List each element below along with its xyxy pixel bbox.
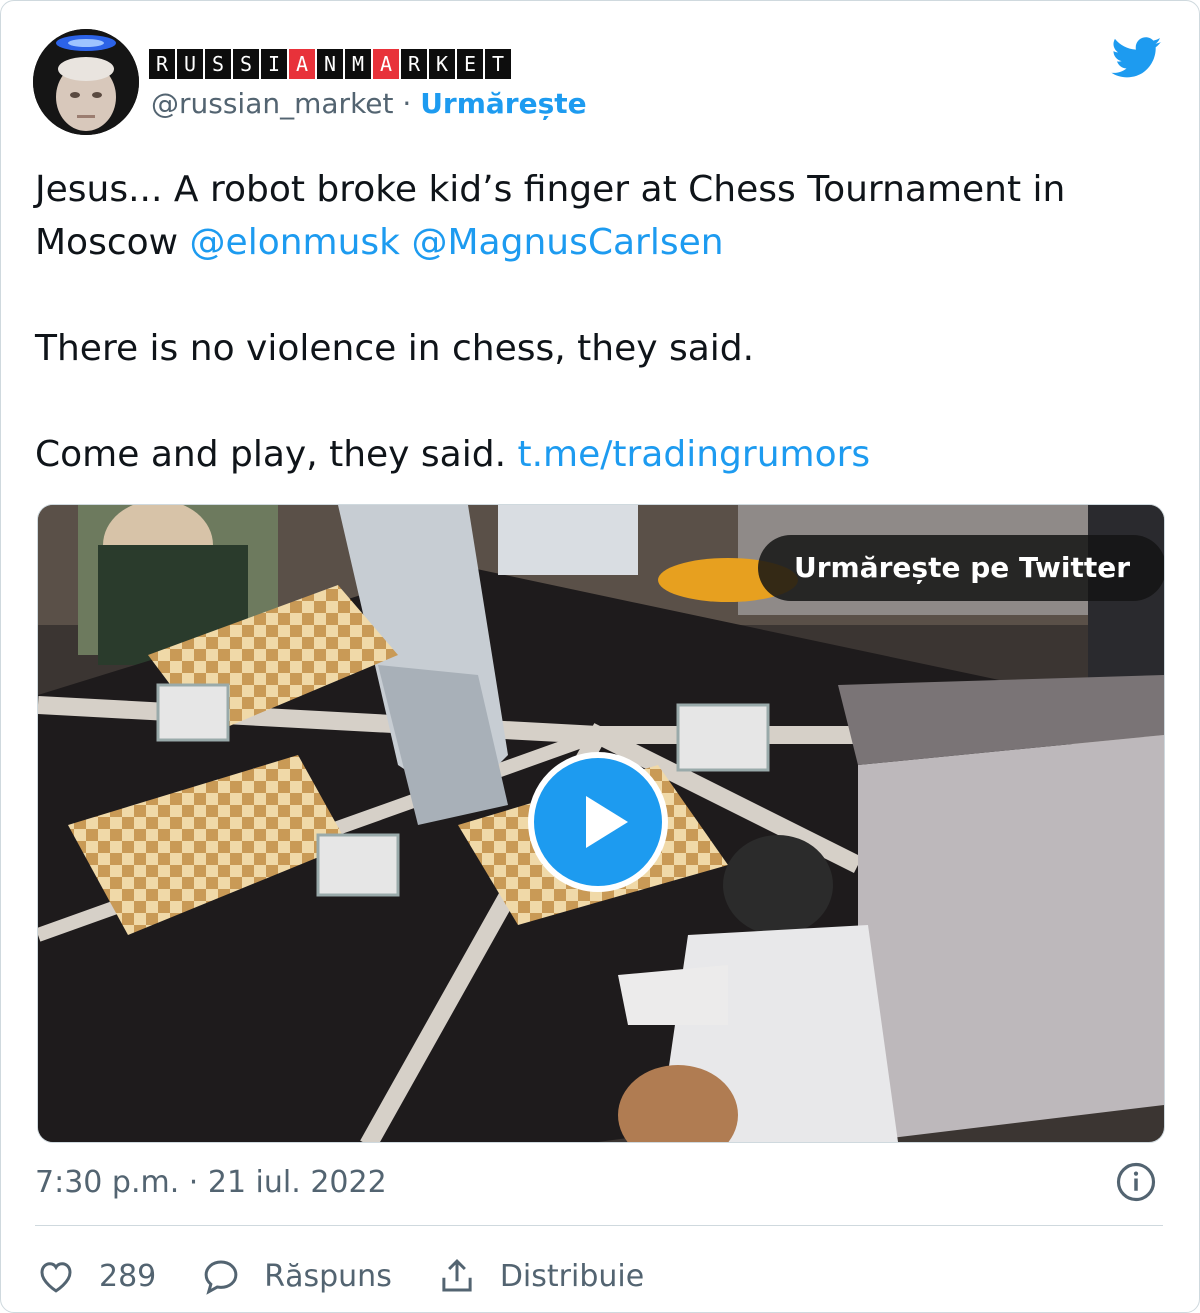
handle-row: @russian_market · Urmărește (151, 87, 587, 120)
tweet-paragraph-1: Jesus... A robot broke kid’s finger at C… (35, 163, 1175, 269)
wordmark-letter: N (317, 49, 343, 79)
mention-magnuscarlsen[interactable]: @MagnusCarlsen (411, 222, 723, 263)
handle-separator: · (393, 87, 421, 120)
like-count: 289 (99, 1258, 157, 1294)
video-player[interactable]: Urmărește pe Twitter (37, 504, 1165, 1143)
play-button[interactable] (528, 752, 668, 892)
reply-bubble-icon (204, 1260, 238, 1295)
tweet-link[interactable]: t.me/tradingrumors (517, 434, 870, 475)
share-label: Distribuie (499, 1258, 645, 1294)
wordmark-letter: T (485, 49, 511, 79)
watch-on-twitter-button[interactable]: Urmărește pe Twitter (758, 535, 1164, 601)
tweet-text-line3: Come and play, they said. (35, 434, 518, 475)
wordmark-letter: E (457, 49, 483, 79)
heart-icon (40, 1262, 72, 1293)
share-action[interactable]: Distribuie (436, 1255, 644, 1297)
play-icon (586, 796, 628, 848)
wordmark-letter: R (401, 49, 427, 79)
wordmark-letter: S (205, 49, 231, 79)
wordmark-letter: K (429, 49, 455, 79)
share-icon (442, 1259, 472, 1292)
tweet-text: Jesus... A robot broke kid’s finger at C… (35, 163, 1175, 481)
like-action[interactable]: 289 (35, 1255, 156, 1297)
wordmark-letter: A (289, 49, 315, 79)
tweet-paragraph-2: There is no violence in chess, they said… (35, 328, 755, 369)
mention-elonmusk[interactable]: @elonmusk (190, 222, 400, 263)
text-space (400, 222, 411, 263)
display-name-wordmark[interactable]: RUSSIANMARKET (149, 49, 511, 79)
wordmark-letter: S (233, 49, 259, 79)
footer-divider (35, 1225, 1163, 1226)
wordmark-letter: U (177, 49, 203, 79)
action-bar: 289 Răspuns Distribuie (35, 1251, 688, 1301)
twitter-bird-icon[interactable] (1111, 37, 1163, 79)
follow-button[interactable]: Urmărește (420, 87, 586, 120)
wordmark-letter: R (149, 49, 175, 79)
reply-action[interactable]: Răspuns (200, 1255, 392, 1297)
handle[interactable]: @russian_market (151, 87, 393, 120)
tweet-timestamp[interactable]: 7:30 p.m. · 21 iul. 2022 (35, 1165, 387, 1200)
wordmark-letter: M (345, 49, 371, 79)
wordmark-letter: A (373, 49, 399, 79)
tweet-card: RUSSIANMARKET @russian_market · Urmăreșt… (0, 0, 1200, 1313)
reply-label: Răspuns (264, 1258, 392, 1294)
wordmark-letter: I (261, 49, 287, 79)
profile-avatar[interactable] (33, 29, 139, 135)
tweet-paragraph-3: Come and play, they said. t.me/tradingru… (35, 428, 1175, 481)
info-icon[interactable] (1115, 1161, 1157, 1203)
